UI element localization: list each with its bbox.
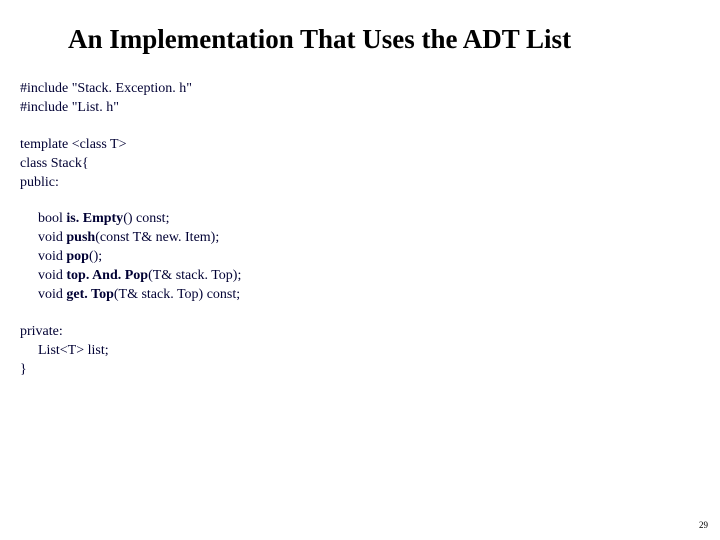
methods-block: bool is. Empty() const; void push(const … (38, 210, 700, 304)
class-close: } (20, 361, 700, 380)
method-gettop: void get. Top(T& stack. Top) const; (38, 286, 700, 305)
m1-post: () const; (123, 211, 169, 226)
m4-pre: void (38, 268, 66, 283)
m5-post: (T& stack. Top) const; (114, 287, 240, 302)
private-member: List<T> list; (38, 342, 700, 361)
slide: An Implementation That Uses the ADT List… (0, 0, 720, 540)
private-block: private: List<T> list; } (20, 323, 700, 380)
slide-title: An Implementation That Uses the ADT List (68, 24, 700, 55)
private-label: private: (20, 323, 700, 342)
m3-pre: void (38, 249, 66, 264)
method-pop: void pop(); (38, 248, 700, 267)
m5-pre: void (38, 287, 66, 302)
method-isempty: bool is. Empty() const; (38, 210, 700, 229)
m2-pre: void (38, 230, 66, 245)
page-number: 29 (699, 520, 708, 530)
m3-post: (); (89, 249, 102, 264)
public-label: public: (20, 174, 700, 193)
m4-name: top. And. Pop (66, 268, 148, 283)
m2-post: (const T& new. Item); (95, 230, 219, 245)
includes-block: #include "Stack. Exception. h" #include … (20, 80, 700, 118)
template-line: template <class T> (20, 136, 700, 155)
m4-post: (T& stack. Top); (148, 268, 241, 283)
include-line-2: #include "List. h" (20, 99, 700, 118)
class-decl-block: template <class T> class Stack{ public: (20, 136, 700, 193)
method-topandpop: void top. And. Pop(T& stack. Top); (38, 267, 700, 286)
m3-name: pop (66, 249, 89, 264)
m2-name: push (66, 230, 95, 245)
m1-pre: bool (38, 211, 66, 226)
class-line: class Stack{ (20, 155, 700, 174)
method-push: void push(const T& new. Item); (38, 229, 700, 248)
include-line-1: #include "Stack. Exception. h" (20, 80, 700, 99)
slide-body: #include "Stack. Exception. h" #include … (20, 80, 700, 398)
m5-name: get. Top (66, 287, 113, 302)
m1-name: is. Empty (66, 211, 123, 226)
